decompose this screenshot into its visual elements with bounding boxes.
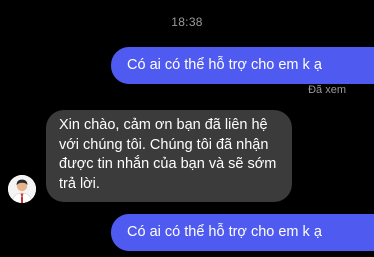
outgoing-message-bubble[interactable]: Có ai có thể hỗ trợ cho em k ạ xyxy=(111,214,374,251)
message-timestamp: 18:38 xyxy=(171,15,203,29)
avatar-icon xyxy=(8,175,36,203)
seen-status: Đã xem xyxy=(308,84,346,96)
sender-avatar[interactable] xyxy=(8,175,36,203)
outgoing-message-bubble[interactable]: Có ai có thể hỗ trợ cho em k ạ xyxy=(111,47,374,84)
incoming-message-bubble[interactable]: Xin chào, cảm ơn bạn đã liên hệ với chún… xyxy=(46,110,292,202)
